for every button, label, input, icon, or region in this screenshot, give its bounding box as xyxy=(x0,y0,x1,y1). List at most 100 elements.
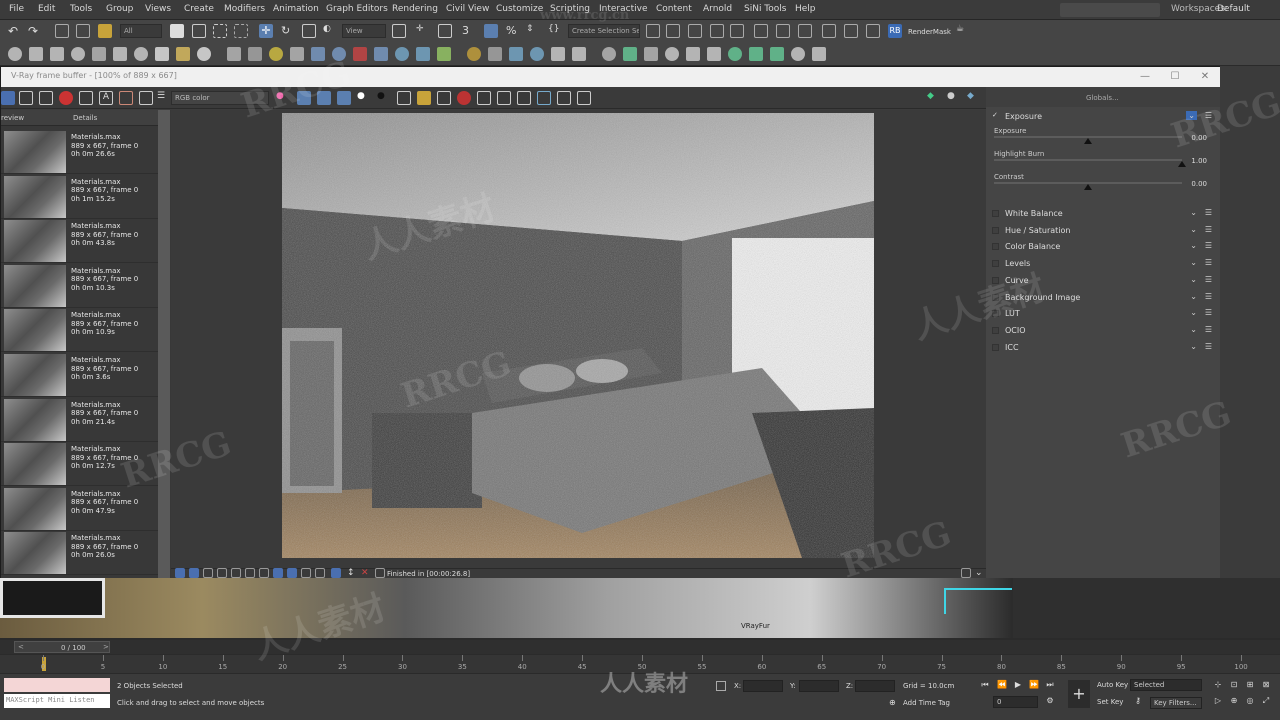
maximize-icon[interactable]: ☐ xyxy=(1168,70,1182,84)
green-channel-icon[interactable] xyxy=(317,91,331,105)
menu-icon[interactable]: ☰ xyxy=(1205,325,1212,334)
next-key-icon[interactable]: ⏩ xyxy=(1028,680,1040,692)
key-mode-icon[interactable]: ⚷ xyxy=(1132,696,1144,708)
x-coordinate-field[interactable] xyxy=(743,680,783,692)
menu-icon[interactable]: ☰ xyxy=(1205,275,1212,284)
spinner-snap-icon[interactable]: ⇕ xyxy=(526,24,540,38)
vray-tool-icon[interactable] xyxy=(530,47,544,61)
close-icon[interactable]: ✕ xyxy=(1198,70,1212,84)
y-coordinate-field[interactable] xyxy=(799,680,839,692)
layer-checkbox[interactable] xyxy=(992,210,999,217)
history-item[interactable]: Materials.max 889 x 667, frame 0 0h 0m 10.… xyxy=(1,264,158,308)
chevron-icon[interactable]: ⌄ xyxy=(1190,208,1197,217)
ribbon-icon[interactable] xyxy=(730,24,744,38)
vray-tool-icon[interactable] xyxy=(92,47,106,61)
go-to-end-icon[interactable]: ⏭ xyxy=(1044,680,1056,692)
channel-dropdown[interactable]: RGB color xyxy=(171,91,269,105)
selection-filter-dropdown[interactable]: All xyxy=(120,24,162,38)
history-column-preview[interactable]: review xyxy=(1,114,24,122)
menu-edit[interactable]: Edit xyxy=(38,4,55,14)
vray-tool-icon[interactable] xyxy=(665,47,679,61)
menu-icon[interactable]: ☰ xyxy=(1205,208,1212,217)
render-view[interactable] xyxy=(171,110,986,568)
menu-views[interactable]: Views xyxy=(145,4,171,14)
vray-tool-icon[interactable] xyxy=(113,47,127,61)
material-editor-icon[interactable] xyxy=(798,24,812,38)
prev-key-icon[interactable]: ⏪ xyxy=(996,680,1008,692)
vray-tool-icon[interactable] xyxy=(770,47,784,61)
status-tool-icon[interactable] xyxy=(175,568,185,578)
slider-thumb[interactable] xyxy=(1084,184,1092,190)
snaps-toggle-icon[interactable]: 3 xyxy=(462,24,476,38)
rotate-icon[interactable]: ↻ xyxy=(281,24,295,38)
menu-help[interactable]: Help xyxy=(795,4,816,14)
vray-tool-icon[interactable] xyxy=(197,47,211,61)
status-tool-icon[interactable] xyxy=(315,568,325,578)
vray-tool-icon[interactable] xyxy=(623,47,637,61)
link-icon[interactable] xyxy=(55,24,69,38)
vray-tool-icon[interactable] xyxy=(269,47,283,61)
globals-button[interactable]: Globals... xyxy=(1086,94,1119,102)
history-item[interactable]: Materials.max 889 x 667, frame 0 0h 0m 26.… xyxy=(1,130,158,174)
menu-group[interactable]: Group xyxy=(106,4,133,14)
maxscript-mini-listener[interactable]: MAXScript Mini Listen xyxy=(4,694,110,708)
layer-checkbox[interactable] xyxy=(992,276,999,284)
chevron-icon[interactable]: ⌄ xyxy=(1190,225,1197,234)
text-icon[interactable]: A xyxy=(99,91,113,105)
slider-thumb[interactable] xyxy=(1178,161,1186,167)
layer-hue-saturation[interactable]: Hue / Saturation ⌄ ☰ xyxy=(990,223,1216,238)
history-item[interactable]: Materials.max 889 x 667, frame 0 0h 0m 12.… xyxy=(1,442,158,487)
layer-checkbox[interactable] xyxy=(992,260,999,268)
region-render-icon[interactable] xyxy=(477,91,491,105)
nav-icon[interactable]: ▷ xyxy=(1212,696,1224,708)
history-scrollbar[interactable] xyxy=(158,110,170,579)
current-frame-field[interactable]: 0 xyxy=(993,696,1038,708)
move-icon[interactable]: ✛ xyxy=(259,24,273,38)
vray-tool-icon[interactable] xyxy=(437,47,451,61)
status-tool-icon[interactable]: ✕ xyxy=(361,568,371,578)
status-tool-icon[interactable] xyxy=(189,568,199,578)
white-channel-icon[interactable]: ● xyxy=(357,91,371,105)
prev-frame-icon[interactable]: < xyxy=(18,643,24,651)
menu-create[interactable]: Create xyxy=(184,4,214,14)
save-all-icon[interactable] xyxy=(39,91,53,105)
play-icon[interactable]: ▶ xyxy=(1012,680,1024,692)
named-selection-dropdown[interactable]: Create Selection Se xyxy=(568,24,640,38)
slider-value[interactable]: 1.00 xyxy=(1191,157,1207,165)
auto-key-button[interactable]: Auto Key xyxy=(1097,681,1128,689)
render-last-icon[interactable] xyxy=(557,91,571,105)
menu-file[interactable]: File xyxy=(9,4,24,14)
nav-icon[interactable]: ⊹ xyxy=(1212,680,1224,692)
time-config-icon[interactable]: ⚙ xyxy=(1044,696,1056,708)
layer-checkbox[interactable] xyxy=(992,310,999,318)
go-to-start-icon[interactable]: ⏮ xyxy=(979,680,991,692)
vray-tool-icon[interactable] xyxy=(488,47,502,61)
percent-snap-icon[interactable]: % xyxy=(506,24,520,38)
toggle-scene-explorer-icon[interactable] xyxy=(688,24,702,38)
history-item[interactable]: Materials.max 889 x 667, frame 0 0h 0m 10.… xyxy=(1,308,158,353)
nav-icon[interactable]: ◎ xyxy=(1244,696,1256,708)
vray-tool-icon[interactable] xyxy=(176,47,190,61)
layer-curve[interactable]: Curve ⌄ ☰ xyxy=(990,273,1216,288)
layer-levels[interactable]: Levels ⌄ ☰ xyxy=(990,256,1216,271)
bind-spacewarp-icon[interactable] xyxy=(98,24,112,38)
status-tool-icon[interactable] xyxy=(375,568,385,578)
slider-value[interactable]: 0.00 xyxy=(1191,180,1207,188)
interactive-render-icon[interactable]: ◆ xyxy=(967,91,981,105)
next-frame-icon[interactable]: > xyxy=(103,643,109,651)
follow-icon[interactable] xyxy=(577,91,591,105)
nav-icon[interactable]: ⊠ xyxy=(1260,680,1272,692)
menu-interactive[interactable]: Interactive xyxy=(599,4,647,14)
z-coordinate-field[interactable] xyxy=(855,680,895,692)
slider-thumb[interactable] xyxy=(1084,138,1092,144)
menu-scripting[interactable]: Scripting xyxy=(550,4,590,14)
chevron-icon[interactable]: ⌄ xyxy=(1190,292,1197,301)
menu-icon[interactable]: ☰ xyxy=(1205,292,1212,301)
select-by-name-icon[interactable] xyxy=(192,24,206,38)
menu-sini-tools[interactable]: SiNi Tools xyxy=(744,4,786,14)
vray-tool-icon[interactable] xyxy=(134,47,148,61)
chevron-icon[interactable]: ⌄ xyxy=(1190,308,1197,317)
status-tool-icon[interactable] xyxy=(961,568,971,578)
schematic-view-icon[interactable] xyxy=(776,24,790,38)
render-setup-icon[interactable] xyxy=(822,24,836,38)
